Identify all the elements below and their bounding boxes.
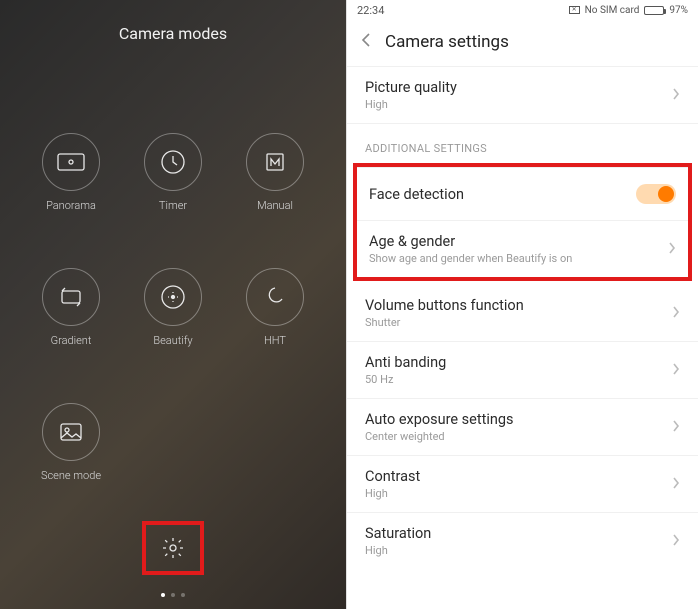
- dot-1: [161, 593, 165, 597]
- mode-hht[interactable]: HHT: [224, 268, 326, 347]
- row-label: Saturation: [365, 525, 431, 542]
- row-age-gender[interactable]: Age & gender Show age and gender when Be…: [357, 221, 688, 277]
- status-battery: 97%: [669, 5, 688, 16]
- manual-icon: [246, 133, 304, 191]
- settings-gear-highlight: [142, 521, 204, 575]
- mode-label: Beautify: [153, 334, 192, 347]
- page-dots: [161, 593, 185, 597]
- row-label: Auto exposure settings: [365, 411, 514, 428]
- highlight-face-age: Face detection Age & gender Show age and…: [353, 163, 692, 281]
- mode-label: Gradient: [51, 334, 92, 347]
- chevron-right-icon: [668, 240, 676, 259]
- row-sub: High: [365, 544, 431, 557]
- row-sub: High: [365, 98, 457, 111]
- mode-gradient[interactable]: Gradient: [20, 268, 122, 347]
- row-volume-buttons[interactable]: Volume buttons function Shutter: [347, 285, 698, 342]
- row-label: Anti banding: [365, 354, 446, 371]
- mode-label: Manual: [257, 199, 293, 212]
- mode-timer[interactable]: Timer: [122, 133, 224, 212]
- chevron-right-icon: [672, 304, 680, 323]
- dot-3: [181, 593, 185, 597]
- status-time: 22:34: [357, 4, 384, 17]
- panorama-icon: [42, 133, 100, 191]
- modes-grid: Panorama Timer Manual Gradient: [0, 133, 346, 347]
- mode-row-2: Scene mode: [0, 403, 346, 482]
- camera-modes-title: Camera modes: [0, 24, 346, 43]
- status-sim: No SIM card: [585, 5, 640, 16]
- row-sub: Shutter: [365, 316, 524, 329]
- camera-modes-panel: Camera modes Panorama Timer Manual: [0, 0, 346, 609]
- row-sub: Show age and gender when Beautify is on: [369, 252, 572, 265]
- beautify-icon: [144, 268, 202, 326]
- row-sub: Center weighted: [365, 430, 514, 443]
- row-sub: 50 Hz: [365, 373, 446, 386]
- row-face-detection[interactable]: Face detection: [357, 167, 688, 221]
- row-auto-exposure[interactable]: Auto exposure settings Center weighted: [347, 399, 698, 456]
- gradient-icon: [42, 268, 100, 326]
- mode-scene-mode[interactable]: Scene mode: [20, 403, 122, 482]
- row-saturation[interactable]: Saturation High: [347, 513, 698, 569]
- row-label: Age & gender: [369, 233, 572, 250]
- section-additional-settings: ADDITIONAL SETTINGS: [347, 124, 698, 165]
- row-label: Volume buttons function: [365, 297, 524, 314]
- settings-list: Picture quality High ADDITIONAL SETTINGS…: [347, 66, 698, 609]
- face-detection-toggle[interactable]: [636, 184, 676, 204]
- row-label: Picture quality: [365, 79, 457, 96]
- timer-icon: [144, 133, 202, 191]
- settings-title: Camera settings: [385, 32, 509, 52]
- battery-icon: [644, 6, 664, 15]
- row-label: Contrast: [365, 468, 420, 485]
- back-button[interactable]: [361, 32, 371, 52]
- chevron-right-icon: [672, 418, 680, 437]
- camera-settings-panel: 22:34 ✕ No SIM card 97% Camera settings …: [346, 0, 698, 609]
- mode-label: Panorama: [46, 199, 96, 212]
- chevron-right-icon: [672, 475, 680, 494]
- chevron-right-icon: [672, 532, 680, 551]
- chevron-right-icon: [672, 86, 680, 105]
- no-sim-icon: ✕: [569, 6, 580, 14]
- hht-icon: [246, 268, 304, 326]
- status-bar: 22:34 ✕ No SIM card 97%: [347, 0, 698, 20]
- row-anti-banding[interactable]: Anti banding 50 Hz: [347, 342, 698, 399]
- mode-manual[interactable]: Manual: [224, 133, 326, 212]
- dot-2: [171, 593, 175, 597]
- mode-label: Timer: [159, 199, 187, 212]
- chevron-right-icon: [672, 361, 680, 380]
- mode-beautify[interactable]: Beautify: [122, 268, 224, 347]
- mode-panorama[interactable]: Panorama: [20, 133, 122, 212]
- row-contrast[interactable]: Contrast High: [347, 456, 698, 513]
- row-sub: High: [365, 487, 420, 500]
- settings-header: Camera settings: [347, 20, 698, 66]
- scene-mode-icon: [42, 403, 100, 461]
- row-label: Face detection: [369, 186, 464, 203]
- mode-label: HHT: [264, 334, 286, 347]
- row-picture-quality[interactable]: Picture quality High: [347, 66, 698, 124]
- settings-gear-button[interactable]: [160, 535, 186, 561]
- mode-label: Scene mode: [41, 469, 101, 482]
